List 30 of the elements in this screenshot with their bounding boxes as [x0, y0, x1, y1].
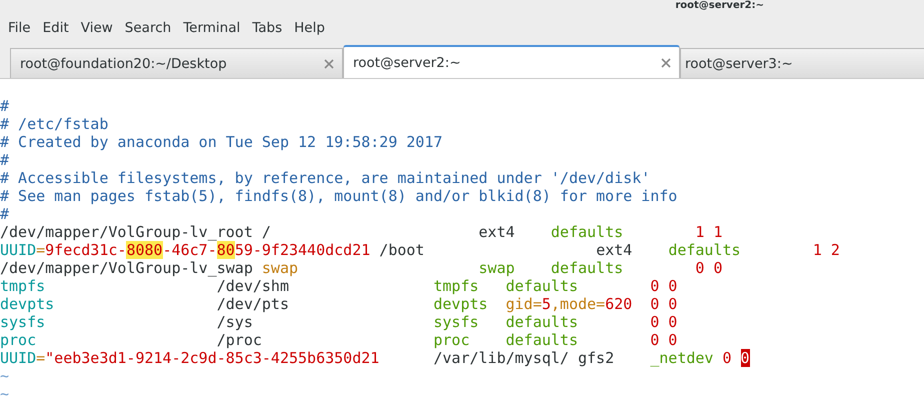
terminal-tab[interactable]: root@foundation20:~/Desktop — [10, 48, 343, 78]
close-icon[interactable] — [324, 58, 334, 68]
code-line: # — [0, 205, 10, 223]
menu-item[interactable]: File — [2, 20, 37, 36]
code-line: # — [0, 151, 10, 169]
code-line: # Created by anaconda on Tue Sep 12 19:58:29 2017 — [0, 133, 444, 151]
menu-item[interactable]: Search — [118, 20, 178, 36]
code-line: sysfs /sys sysfs defaults 0 0 — [0, 313, 678, 331]
empty-line-marker: ~ — [0, 367, 10, 385]
code-line: tmpfs /dev/shm tmpfs defaults 0 0 — [0, 277, 678, 295]
code-line: /dev/mapper/VolGroup-lv_root / ext4 defaults 1 1 — [0, 223, 724, 241]
code-line: /dev/mapper/VolGroup-lv_swap swap swap defaults 0 0 — [0, 259, 724, 277]
menu-item[interactable]: View — [74, 20, 119, 36]
terminal-tab[interactable]: root@server2:~ — [343, 45, 680, 78]
menu-item[interactable]: Terminal — [177, 20, 246, 36]
menu-item[interactable]: Edit — [36, 20, 75, 36]
code-line: # See man pages fstab(5), findfs(8), mount(8) and/or blkid(8) for more info — [0, 187, 678, 205]
empty-line-marker: ~ — [0, 385, 10, 402]
code-line: proc /proc proc defaults 0 0 — [0, 331, 678, 349]
code-line: # Accessible filesystems, by reference, are maintained under '/dev/disk' — [0, 169, 652, 187]
code-line: # — [0, 97, 10, 115]
code-line: # /etc/fstab — [0, 115, 110, 133]
code-line: UUID="eeb3e3d1-9214-2c9d-85c3-4255b6350d21 /var/lib/mysql/ gfs2 _netdev 0 0 — [0, 349, 751, 367]
code-line: devpts /dev/pts devpts gid=5,mode=620 0 0 — [0, 295, 678, 313]
window-title: root@server2:~ — [675, 0, 764, 12]
menu-item[interactable]: Tabs — [246, 20, 288, 36]
code-line: UUID=9fecd31c-8080-46c7-8059-9f23440dcd21 /boot ext4 defaults 1 2 — [0, 241, 841, 259]
close-icon[interactable] — [661, 58, 671, 68]
terminal-tab[interactable]: root@server3:~ — [680, 48, 924, 78]
menu-item[interactable]: Help — [288, 20, 331, 36]
